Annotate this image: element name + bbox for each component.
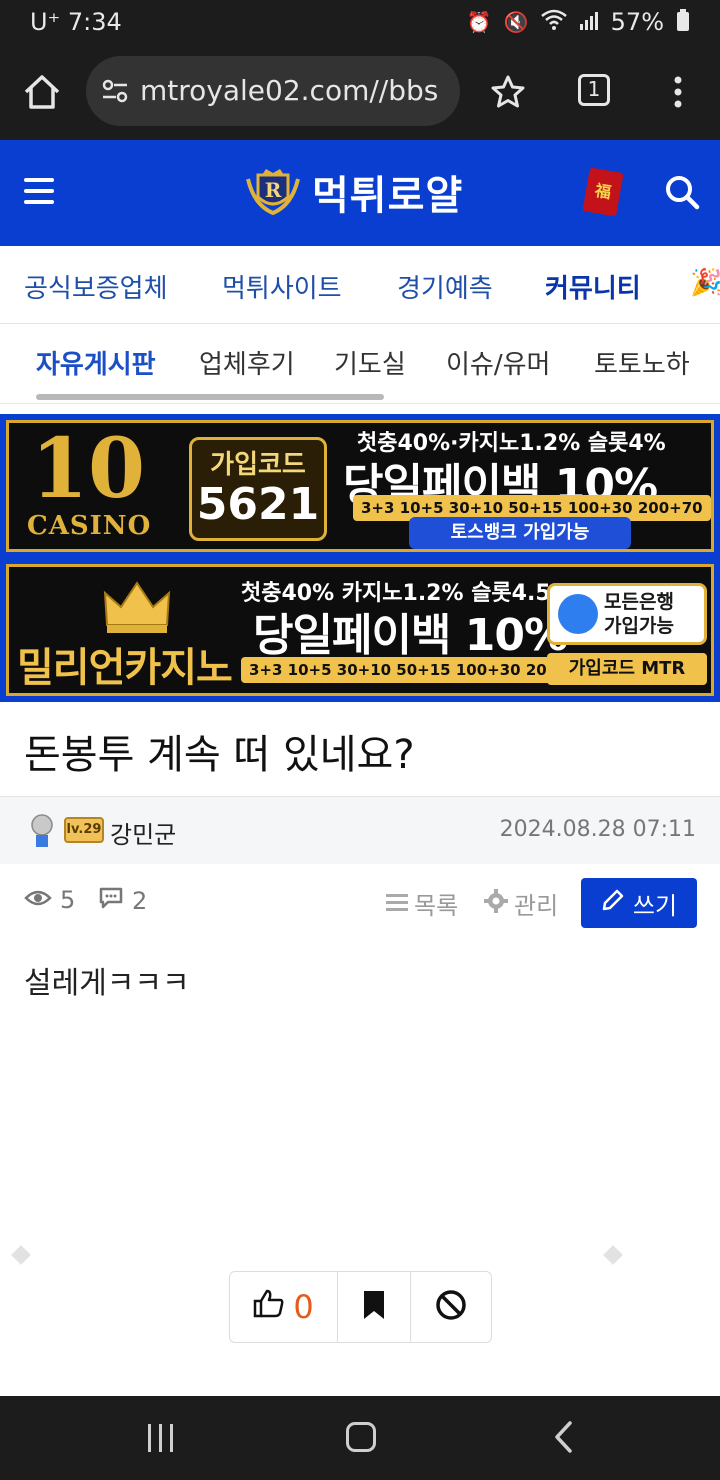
post-date: 2024.08.28 07:11 [499, 817, 696, 842]
sub-nav: 자유게시판 업체후기 기도실 이슈/유머 토토노하 [0, 324, 720, 404]
avatar[interactable] [28, 813, 56, 849]
signal-icon [579, 10, 599, 35]
thumbs-up-icon [253, 1288, 285, 1326]
browser-toolbar: mtroyale02.com//bbs 1 [0, 44, 720, 140]
royal-emblem-icon: R [244, 167, 302, 217]
10casino-logo: 10 CASINO [27, 421, 152, 541]
hamburger-menu-icon[interactable] [24, 178, 54, 204]
post-title: 돈봉투 계속 떠 있네요? [24, 732, 415, 778]
post-actions: 0 [229, 1271, 492, 1343]
mute-icon: 🔇 [503, 10, 529, 34]
ad-banner-10casino[interactable]: 10 CASINO 가입코드 5621 첫충40%·카지노1.2% 슬롯4% 당… [6, 420, 714, 552]
million-casino-logo: 밀리언카지노 [17, 577, 243, 693]
ad-banner-million-casino[interactable]: 밀리언카지노 첫충40% 카지노1.2% 슬롯4.5% 당일페이백 10% 3+… [6, 564, 714, 696]
wifi-icon [540, 9, 567, 36]
tab-issue-humor[interactable]: 이슈/유머 [446, 344, 550, 381]
view-count: 5 [24, 886, 75, 914]
comment-icon [98, 886, 124, 916]
status-time: U⁺ 7:34 [30, 8, 122, 36]
tossbank-badge: 토스뱅크 가입가능 [409, 517, 631, 549]
site-header: R 먹튀로얄 福 [0, 140, 720, 246]
comment-count: 2 [98, 886, 147, 916]
join-code-box: 가입코드 5621 [189, 437, 327, 541]
author-bar: lv.29 강민군 2024.08.28 07:11 [0, 796, 720, 864]
main-nav-item-community[interactable]: 커뮤니티 [545, 268, 641, 305]
bank-logo-icon [558, 594, 598, 634]
tab-toto-know-how[interactable]: 토토노하 [594, 344, 690, 381]
address-bar[interactable]: mtroyale02.com//bbs [86, 56, 460, 126]
block-button[interactable] [411, 1272, 491, 1342]
battery-icon [676, 8, 690, 36]
bookmark-icon [363, 1290, 385, 1324]
main-nav-item-predictions[interactable]: 경기예측 [397, 268, 493, 305]
sparkle-decoration [11, 1245, 31, 1265]
back-icon[interactable] [552, 1420, 576, 1454]
ban-icon [435, 1289, 467, 1325]
ad-banners: 10 CASINO 가입코드 5621 첫충40%·카지노1.2% 슬롯4% 당… [0, 414, 720, 702]
crown-icon [101, 579, 173, 635]
svg-text:R: R [265, 178, 282, 202]
eye-icon [24, 886, 52, 914]
tab-count-button[interactable]: 1 [578, 74, 610, 106]
url-text: mtroyale02.com//bbs [140, 74, 439, 107]
write-button[interactable]: 쓰기 [581, 878, 697, 928]
main-nav-item-scam-sites[interactable]: 먹튀사이트 [222, 268, 342, 305]
search-icon[interactable] [664, 174, 700, 210]
like-button[interactable]: 0 [230, 1272, 338, 1342]
bookmark-button[interactable] [338, 1272, 411, 1342]
join-code-badge: 가입코드 MTR [547, 653, 707, 685]
list-icon [386, 890, 408, 918]
home-button-icon[interactable] [346, 1422, 376, 1452]
pencil-icon [601, 888, 625, 918]
main-nav: 공식보증업체 먹튀사이트 경기예측 커뮤니티 🎉 [0, 246, 720, 324]
more-menu-icon[interactable] [668, 72, 688, 112]
post-body: 설레게ㅋㅋㅋ [24, 966, 190, 1001]
red-envelope-icon[interactable]: 福 [582, 167, 624, 217]
party-icon[interactable]: 🎉 [690, 268, 720, 298]
banner-headline: 당일페이백 10% [253, 610, 568, 661]
manage-button[interactable]: 관리 [484, 886, 558, 921]
brand-name: 먹튀로얄 [312, 173, 464, 219]
recent-apps-icon[interactable] [146, 1424, 176, 1452]
sub-nav-scrollbar[interactable] [36, 394, 384, 400]
status-bar: U⁺ 7:34 ⏰ 🔇 57% [0, 0, 720, 44]
sparkle-decoration [603, 1245, 623, 1265]
all-banks-badge: 모든은행 가입가능 [547, 583, 707, 645]
tab-free-board[interactable]: 자유게시판 [36, 344, 156, 381]
post-meta: 5 2 목록 관리 쓰기 [0, 874, 720, 934]
tab-reviews[interactable]: 업체후기 [199, 344, 295, 381]
level-badge: lv.29 [64, 817, 104, 843]
system-nav-bar [0, 1396, 720, 1480]
banner-rates: 3+3 10+5 30+10 50+15 100+30 200+70 [241, 657, 599, 683]
home-icon[interactable] [20, 70, 64, 114]
alarm-icon: ⏰ [466, 10, 492, 34]
gear-icon [484, 888, 508, 919]
main-nav-item-guaranteed[interactable]: 공식보증업체 [24, 268, 168, 305]
author-name[interactable]: 강민군 [110, 815, 176, 850]
bookmark-star-icon[interactable] [488, 72, 528, 112]
site-settings-icon[interactable] [100, 76, 130, 106]
status-icons: ⏰ 🔇 57% [467, 8, 690, 36]
site-logo[interactable]: R 먹튀로얄 [244, 164, 463, 220]
like-count: 0 [293, 1288, 314, 1326]
tab-prayer-room[interactable]: 기도실 [334, 344, 406, 381]
battery-level: 57% [610, 8, 664, 36]
list-button[interactable]: 목록 [386, 886, 458, 921]
